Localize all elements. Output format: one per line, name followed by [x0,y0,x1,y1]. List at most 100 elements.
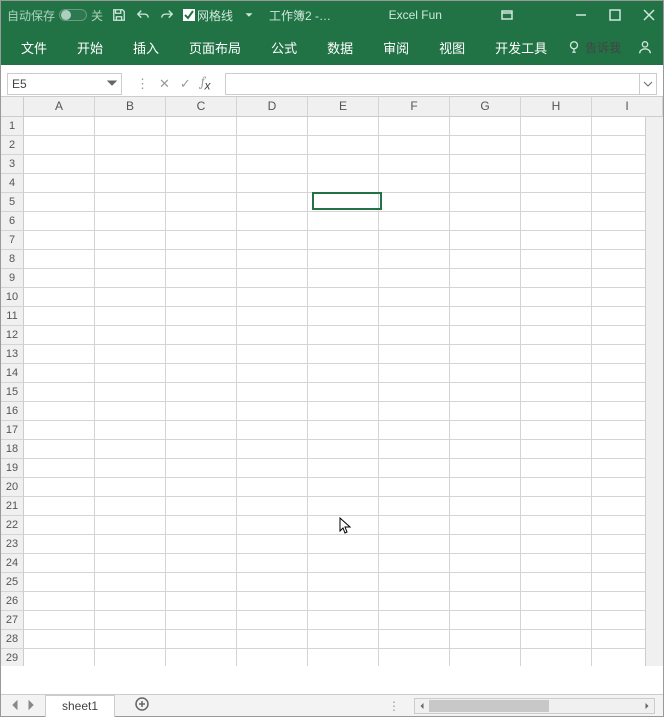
cell-F19[interactable] [379,459,450,478]
row-header-21[interactable]: 21 [1,497,24,516]
cell-F11[interactable] [379,307,450,326]
cell-G10[interactable] [450,288,521,307]
cell-A6[interactable] [24,212,95,231]
cell-E4[interactable] [308,174,379,193]
cell-H15[interactable] [521,383,592,402]
maximize-button[interactable] [607,7,623,23]
minimize-button[interactable] [573,7,589,23]
col-header-H[interactable]: H [521,97,592,116]
cell-F14[interactable] [379,364,450,383]
cell-A26[interactable] [24,592,95,611]
cell-G9[interactable] [450,269,521,288]
cell-E27[interactable] [308,611,379,630]
row-header-24[interactable]: 24 [1,554,24,573]
horizontal-scrollbar[interactable] [414,698,655,714]
cell-G29[interactable] [450,649,521,666]
formula-bar-expand-icon[interactable] [639,74,656,94]
row-header-13[interactable]: 13 [1,345,24,364]
cell-D18[interactable] [237,440,308,459]
cell-C10[interactable] [166,288,237,307]
cell-B18[interactable] [95,440,166,459]
cell-F20[interactable] [379,478,450,497]
cell-F15[interactable] [379,383,450,402]
redo-icon[interactable] [159,7,175,23]
cell-D9[interactable] [237,269,308,288]
cell-G16[interactable] [450,402,521,421]
cell-C11[interactable] [166,307,237,326]
cell-B27[interactable] [95,611,166,630]
cell-E13[interactable] [308,345,379,364]
cell-H7[interactable] [521,231,592,250]
cell-D14[interactable] [237,364,308,383]
tell-me[interactable]: 告诉我 [567,39,621,56]
row-header-3[interactable]: 3 [1,155,24,174]
cell-H28[interactable] [521,630,592,649]
tab-developer[interactable]: 开发工具 [485,34,557,61]
cell-A9[interactable] [24,269,95,288]
cell-H25[interactable] [521,573,592,592]
cell-E9[interactable] [308,269,379,288]
col-header-C[interactable]: C [166,97,237,116]
hscroll-left-icon[interactable] [415,699,429,713]
cell-C14[interactable] [166,364,237,383]
select-all-corner[interactable] [1,97,24,116]
cell-E7[interactable] [308,231,379,250]
cell-E19[interactable] [308,459,379,478]
cell-D15[interactable] [237,383,308,402]
row-header-22[interactable]: 22 [1,516,24,535]
cell-B9[interactable] [95,269,166,288]
cell-F5[interactable] [379,193,450,212]
cell-H23[interactable] [521,535,592,554]
cell-A28[interactable] [24,630,95,649]
row-header-23[interactable]: 23 [1,535,24,554]
cell-D28[interactable] [237,630,308,649]
vertical-scrollbar[interactable] [645,117,663,666]
cell-C26[interactable] [166,592,237,611]
cell-G24[interactable] [450,554,521,573]
cell-D29[interactable] [237,649,308,666]
row-header-18[interactable]: 18 [1,440,24,459]
name-box-dropdown-icon[interactable] [107,77,117,91]
cell-A15[interactable] [24,383,95,402]
cell-B16[interactable] [95,402,166,421]
cell-E21[interactable] [308,497,379,516]
cell-D8[interactable] [237,250,308,269]
cell-G26[interactable] [450,592,521,611]
cell-A23[interactable] [24,535,95,554]
tab-pagelayout[interactable]: 页面布局 [179,34,251,61]
col-header-I[interactable]: I [592,97,663,116]
cell-D1[interactable] [237,117,308,136]
cell-D24[interactable] [237,554,308,573]
cell-E2[interactable] [308,136,379,155]
cell-B26[interactable] [95,592,166,611]
cell-F21[interactable] [379,497,450,516]
undo-icon[interactable] [135,7,151,23]
cell-E20[interactable] [308,478,379,497]
cell-F22[interactable] [379,516,450,535]
hscroll-right-icon[interactable] [640,699,654,713]
cell-F10[interactable] [379,288,450,307]
cell-D7[interactable] [237,231,308,250]
cell-A11[interactable] [24,307,95,326]
cell-B12[interactable] [95,326,166,345]
cell-E12[interactable] [308,326,379,345]
cell-C12[interactable] [166,326,237,345]
cell-B10[interactable] [95,288,166,307]
cell-E15[interactable] [308,383,379,402]
insert-function-icon[interactable]: fx [201,75,211,93]
cell-F8[interactable] [379,250,450,269]
cell-D6[interactable] [237,212,308,231]
cell-E17[interactable] [308,421,379,440]
cell-H17[interactable] [521,421,592,440]
cell-E14[interactable] [308,364,379,383]
more-functions-icon[interactable]: ⋮ [136,76,149,92]
cell-H5[interactable] [521,193,592,212]
tab-file[interactable]: 文件 [11,34,57,61]
cell-H8[interactable] [521,250,592,269]
row-header-28[interactable]: 28 [1,630,24,649]
cell-H2[interactable] [521,136,592,155]
row-header-2[interactable]: 2 [1,136,24,155]
cell-D13[interactable] [237,345,308,364]
sheet-nav-prev-icon[interactable] [11,699,19,713]
cell-F25[interactable] [379,573,450,592]
